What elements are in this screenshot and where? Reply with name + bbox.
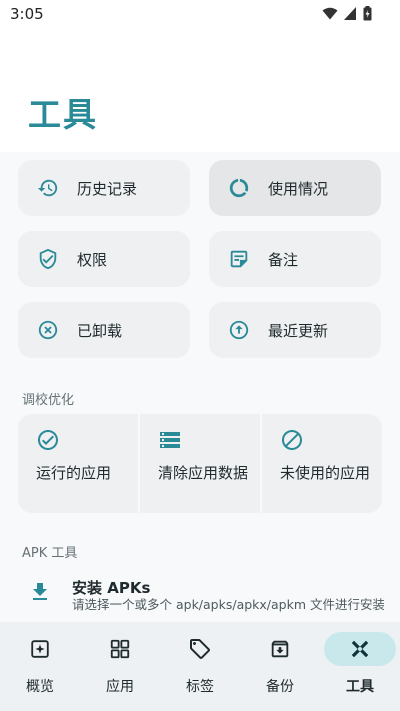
permissions-tile[interactable]: 权限 xyxy=(18,231,190,287)
bottom-navigation: 概览 应用 标签 备份 工具 xyxy=(0,622,400,711)
usage-icon xyxy=(227,176,251,200)
uninstalled-tile[interactable]: 已卸载 xyxy=(18,302,190,358)
nav-backup-label: 备份 xyxy=(266,679,294,695)
permissions-label: 权限 xyxy=(77,250,108,269)
note-icon xyxy=(227,247,251,271)
nav-tools[interactable]: 工具 xyxy=(320,632,400,696)
apk-tools-section-label: APK 工具 xyxy=(22,546,78,561)
usage-tile[interactable]: 使用情况 xyxy=(209,160,381,216)
nav-apps[interactable]: 应用 xyxy=(80,632,160,696)
nav-tags[interactable]: 标签 xyxy=(160,632,240,696)
status-bar: 3:05 xyxy=(0,0,400,30)
running-apps-option[interactable]: 运行的应用 xyxy=(18,414,138,513)
tools-icon xyxy=(324,632,396,666)
uninstalled-icon xyxy=(36,318,60,342)
recent-updates-label: 最近更新 xyxy=(268,321,329,340)
install-apks-description: 请选择一个或多个 apk/apks/apkx/apkm 文件进行安装 xyxy=(72,597,384,612)
notes-tile[interactable]: 备注 xyxy=(209,231,381,287)
download-icon xyxy=(28,580,52,604)
block-icon xyxy=(280,430,304,456)
tuning-options: 运行的应用 清除应用数据 未使用的应用 xyxy=(18,414,382,513)
page-title: 工具 xyxy=(28,95,98,134)
usage-label: 使用情况 xyxy=(268,179,329,198)
history-tile[interactable]: 历史记录 xyxy=(18,160,190,216)
shield-icon xyxy=(36,247,60,271)
clear-app-data-option[interactable]: 清除应用数据 xyxy=(140,414,260,513)
clear-app-data-label: 清除应用数据 xyxy=(158,464,249,482)
status-time: 3:05 xyxy=(10,5,44,23)
nav-backup[interactable]: 备份 xyxy=(240,632,320,696)
running-apps-label: 运行的应用 xyxy=(36,464,112,482)
header: 工具 xyxy=(0,30,400,152)
battery-icon xyxy=(363,6,372,21)
install-apks-item[interactable]: 安装 APKs 请选择一个或多个 apk/apks/apkx/apkm 文件进行… xyxy=(0,572,400,622)
nav-overview[interactable]: 概览 xyxy=(0,632,80,696)
history-label: 历史记录 xyxy=(77,179,138,198)
unused-apps-label: 未使用的应用 xyxy=(280,464,371,482)
backup-icon xyxy=(248,632,312,666)
signal-icon xyxy=(344,7,356,20)
storage-icon xyxy=(158,432,182,456)
nav-tools-label: 工具 xyxy=(346,679,374,695)
install-apks-title: 安装 APKs xyxy=(72,579,151,597)
uninstalled-label: 已卸载 xyxy=(77,321,123,340)
apps-grid-icon xyxy=(88,632,152,666)
nav-apps-label: 应用 xyxy=(106,679,134,695)
status-icons xyxy=(322,6,372,21)
unused-apps-option[interactable]: 未使用的应用 xyxy=(262,414,382,513)
tuning-section-label: 调校优化 xyxy=(22,393,75,408)
tags-icon xyxy=(168,632,232,666)
history-icon xyxy=(36,176,60,200)
recent-updates-tile[interactable]: 最近更新 xyxy=(209,302,381,358)
wifi-icon xyxy=(322,7,338,20)
nav-tags-label: 标签 xyxy=(186,679,214,695)
notes-label: 备注 xyxy=(268,250,299,269)
check-circle-icon xyxy=(36,430,60,456)
update-icon xyxy=(227,318,251,342)
overview-icon xyxy=(8,632,72,666)
nav-overview-label: 概览 xyxy=(26,679,54,695)
